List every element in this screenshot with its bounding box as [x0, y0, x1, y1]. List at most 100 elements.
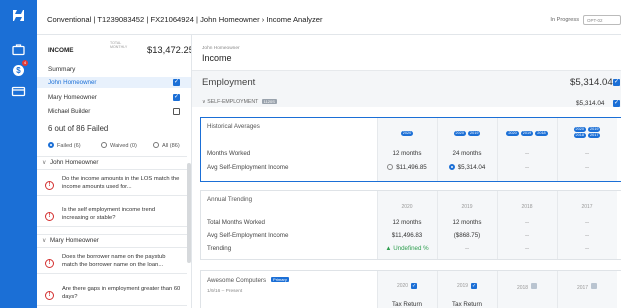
self-employment-label: SELF-EMPLOYMENT: [207, 99, 259, 105]
year-label: 2020: [396, 283, 409, 289]
year-label: 2017: [581, 204, 593, 210]
employment-checkbox[interactable]: ✓: [613, 79, 620, 86]
income-label: INCOME: [48, 47, 74, 54]
radio-icon: [101, 142, 107, 148]
year-toggle[interactable]: 2017: [557, 283, 617, 291]
filter-all[interactable]: All (86): [153, 142, 180, 149]
year-pill: 2018: [573, 133, 586, 138]
self-employment-total: $5,314.04: [576, 100, 605, 107]
nav-rail: $ 4: [0, 0, 37, 308]
average-option[interactable]: $5,314.04: [437, 164, 497, 171]
question-text: Are there gaps in employment greater tha…: [62, 286, 181, 300]
self-employment-toggle[interactable]: ∨ SELF-EMPLOYMENT 1120S: [202, 99, 277, 105]
year-pill: 2019: [520, 131, 534, 136]
question-item[interactable]: ! Do the income amounts in the LOS match…: [37, 172, 187, 197]
error-icon: !: [45, 212, 54, 221]
borrower-item[interactable]: John Homeowner ✓: [37, 77, 191, 88]
historical-averages-card: Historical Averages 2020 2020 2019 2020 20…: [200, 117, 621, 182]
year-pill: 2020: [573, 127, 586, 132]
borrower-group-header[interactable]: ∨ John Homeowner: [37, 156, 187, 170]
year-pill: 2020: [506, 131, 519, 136]
year-pill: 2019: [588, 127, 601, 132]
year-label: 2019: [461, 204, 473, 210]
error-icon: !: [45, 291, 54, 300]
year-tags: 2020 2019 2018: [497, 130, 557, 136]
row-label: Months Worked: [207, 150, 251, 157]
borrower-subtitle: John Homeowner: [202, 46, 240, 51]
year-checkbox[interactable]: [531, 283, 538, 289]
cell: --: [524, 219, 530, 226]
form-tag: 1120S: [261, 99, 277, 104]
cell: ($868.75): [453, 232, 481, 239]
filter-label: Waived (0): [110, 143, 137, 149]
year-toggle[interactable]: 2020 ✓: [377, 283, 437, 289]
doc-type: Tax Return: [392, 301, 422, 308]
top-bar: Conventional | T1239083452 | FX21064924 …: [37, 0, 621, 35]
employer-name: Awesome Computers: [207, 277, 267, 284]
filter-failed[interactable]: Failed (6): [48, 142, 81, 149]
year-tags: 2020: [377, 130, 437, 136]
year-checkbox[interactable]: [591, 283, 598, 289]
year-checkbox[interactable]: ✓: [471, 283, 478, 289]
borrower-checkbox[interactable]: [173, 108, 180, 115]
cell: 12 months: [392, 150, 422, 157]
year-toggle[interactable]: 2018: [497, 283, 557, 291]
breadcrumb[interactable]: Conventional | T1239083452 | FX21064924 …: [47, 15, 323, 24]
year-pill: 2018: [535, 131, 548, 136]
radio-icon: [48, 142, 54, 148]
option-dropdown[interactable]: OPT-02: [583, 15, 621, 25]
average-option[interactable]: $11,496.85: [377, 164, 437, 171]
year-pill: 2017: [588, 133, 601, 138]
filter-waived[interactable]: Waived (0): [101, 142, 137, 149]
employment-total: $5,314.04: [570, 77, 613, 88]
borrower-item[interactable]: Mary Homeowner ✓: [37, 92, 191, 103]
cell: --: [584, 150, 590, 157]
borrower-item[interactable]: Michael Builder: [37, 106, 191, 117]
borrower-checkbox[interactable]: ✓: [173, 79, 180, 86]
self-employment-checkbox[interactable]: ✓: [613, 100, 620, 107]
total-monthly-value: $13,472.25: [147, 44, 192, 55]
cell: --: [584, 232, 590, 239]
year-label: 2017: [576, 285, 589, 291]
cell: --: [584, 164, 590, 171]
year-toggle[interactable]: 2019 ✓: [437, 283, 497, 289]
cell: 12 months: [392, 219, 422, 226]
year-pill: 2019: [468, 131, 481, 136]
borrower-group-header[interactable]: ∨ Mary Homeowner: [37, 234, 187, 248]
cell: --: [524, 164, 530, 171]
card-icon[interactable]: [11, 85, 26, 98]
radio-icon: [153, 142, 159, 148]
filter-label: Failed (6): [57, 143, 81, 149]
card-title: Annual Trending: [207, 196, 253, 203]
app-logo-icon[interactable]: [11, 9, 26, 22]
year-label: 2018: [521, 204, 533, 210]
question-item[interactable]: ! Is the self employment income trend in…: [37, 203, 187, 228]
year-pill: 2020: [400, 131, 414, 136]
radio-icon: [448, 164, 455, 170]
borrower-name: Michael Builder: [48, 108, 91, 115]
summary-link[interactable]: Summary: [48, 66, 75, 73]
question-item[interactable]: ! Are there gaps in employment greater t…: [37, 282, 187, 307]
borrower-checkbox[interactable]: ✓: [173, 94, 180, 101]
briefcase-icon[interactable]: [11, 43, 26, 56]
notification-badge: 4: [22, 60, 28, 66]
failed-summary: 6 out of 86 Failed: [48, 124, 109, 133]
chevron-down-icon: ∨: [42, 238, 47, 244]
filter-label: All (86): [162, 143, 180, 149]
svg-text:$: $: [16, 66, 21, 75]
status-label: In Progress: [550, 17, 579, 23]
primary-badge: Primary: [271, 277, 289, 282]
cell: --: [524, 150, 530, 157]
question-text: Is the self employment income trend incr…: [62, 207, 156, 221]
question-item[interactable]: ! Does the borrower name on the paystub …: [37, 250, 187, 275]
year-checkbox[interactable]: ✓: [411, 283, 418, 289]
cell-value: $5,314.04: [457, 164, 486, 171]
cell: --: [524, 245, 530, 252]
group-name: John Homeowner: [50, 159, 99, 166]
employment-title: Employment: [202, 77, 256, 88]
scrollbar[interactable]: [187, 163, 191, 263]
employment-dates: 1/9/16 – Present: [207, 289, 243, 294]
chevron-down-icon: ∨: [202, 99, 206, 105]
borrower-name: John Homeowner: [48, 79, 97, 86]
cell: $11,496.83: [391, 232, 423, 239]
